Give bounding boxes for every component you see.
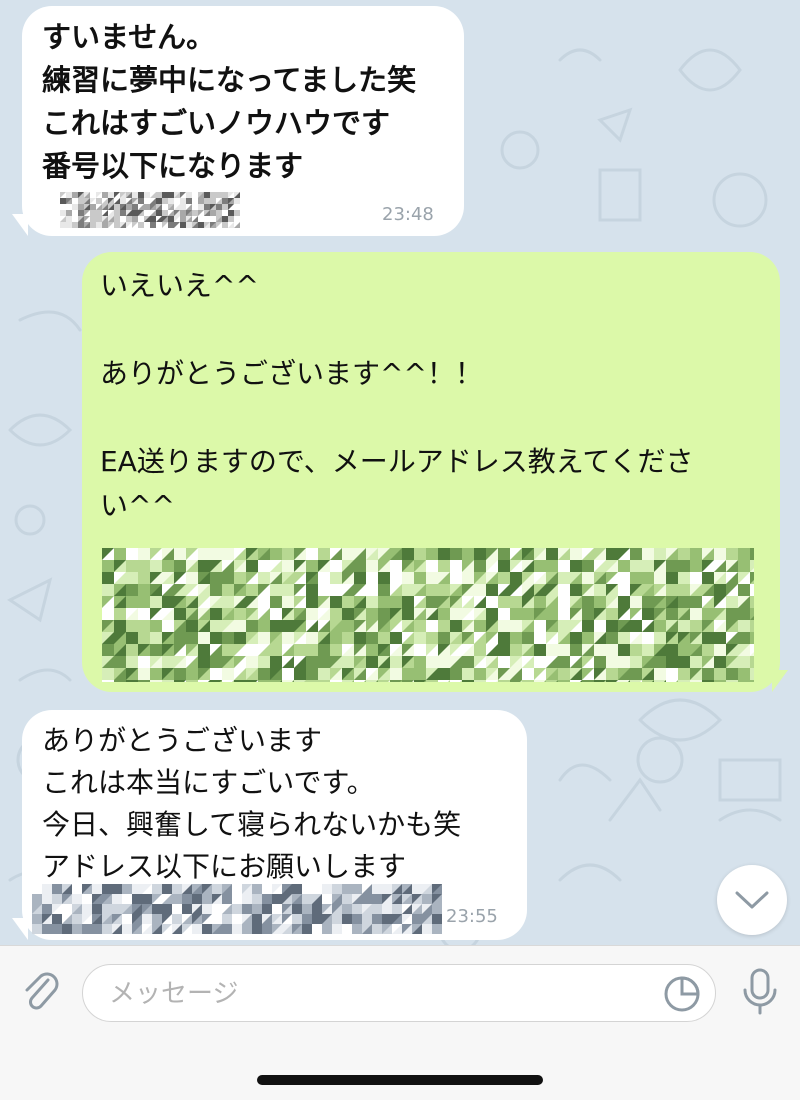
- chat-area[interactable]: すいません。 練習に夢中になってました笑 これはすごいノウハウです 番号以下にな…: [0, 0, 800, 945]
- message-text: すいません。 練習に夢中になってました笑 これはすごいノウハウです 番号以下にな…: [42, 20, 417, 183]
- redacted-phone-number: [60, 192, 240, 228]
- redacted-address: [32, 884, 442, 934]
- message-text: いえいえ^^ ありがとうございます^^！！ EA送りますので、メールアドレス教え…: [100, 269, 694, 522]
- message-composer: [0, 945, 800, 1100]
- microphone-icon[interactable]: [738, 966, 782, 1016]
- message-time: 23:48: [382, 204, 434, 225]
- sticker-icon[interactable]: [663, 975, 701, 1013]
- message-bubble-incoming[interactable]: ありがとうございます これは本当にすごいです。 今日、興奮して寝られないかも笑 …: [22, 710, 527, 940]
- message-input[interactable]: [107, 973, 651, 1015]
- bubble-tail: [12, 214, 28, 236]
- message-text: ありがとうございます これは本当にすごいです。 今日、興奮して寝られないかも笑 …: [42, 724, 462, 883]
- bubble-tail: [12, 918, 28, 940]
- paperclip-icon[interactable]: [18, 968, 64, 1014]
- bubble-tail: [772, 670, 788, 692]
- scroll-to-bottom-button[interactable]: [717, 865, 787, 935]
- chevron-down-icon: [735, 891, 769, 909]
- message-bubble-incoming[interactable]: すいません。 練習に夢中になってました笑 これはすごいノウハウです 番号以下にな…: [22, 6, 464, 236]
- message-input-field[interactable]: [82, 964, 716, 1022]
- message-time: 23:55: [446, 906, 498, 927]
- message-bubble-outgoing[interactable]: いえいえ^^ ありがとうございます^^！！ EA送りますので、メールアドレス教え…: [82, 252, 780, 692]
- home-indicator: [257, 1075, 543, 1085]
- redacted-email-address: [102, 548, 754, 682]
